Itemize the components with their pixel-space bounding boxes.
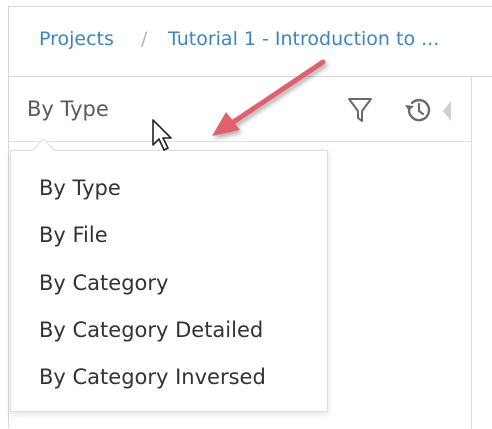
filter-icon[interactable] [347,96,373,124]
view-mode-selector[interactable]: By Type [27,97,109,121]
history-icon[interactable] [402,96,432,124]
panel-divider [471,77,472,429]
view-mode-dropdown: By Type By File By Category By Category … [10,138,328,412]
menu-item-by-category-detailed[interactable]: By Category Detailed [39,318,263,342]
mouse-cursor-icon [152,119,172,151]
collapse-left-icon[interactable] [439,99,457,123]
breadcrumb-current-project-link[interactable]: Tutorial 1 - Introduction to ... [168,28,439,50]
breadcrumb: Projects / Tutorial 1 - Introduction to … [9,7,492,77]
breadcrumb-separator: / [141,28,148,50]
panel-header: By Type [9,77,471,142]
app-frame: Projects / Tutorial 1 - Introduction to … [8,6,492,429]
menu-item-by-file[interactable]: By File [39,223,108,247]
menu-item-by-category[interactable]: By Category [39,271,168,295]
dropdown-caret [31,138,56,163]
menu-item-by-category-inversed[interactable]: By Category Inversed [39,365,266,389]
menu-item-by-type[interactable]: By Type [39,176,121,200]
breadcrumb-projects-link[interactable]: Projects [39,28,114,50]
